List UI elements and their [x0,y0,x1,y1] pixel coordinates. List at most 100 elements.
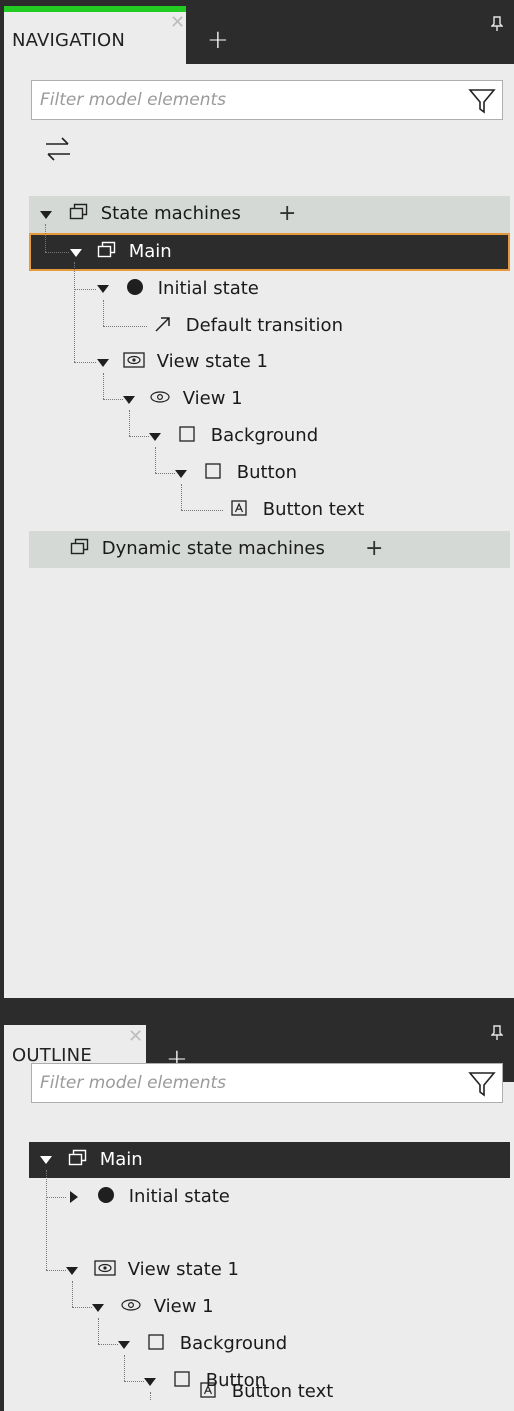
expand-toggle[interactable] [66,1267,78,1275]
state-machine-icon [70,538,89,555]
tree-guide [155,473,175,474]
tree-guide [98,1344,118,1345]
tree-guide [98,1318,99,1344]
pin-icon[interactable] [490,1025,504,1045]
tree-item-label: Main [128,241,172,262]
tree-guide [103,300,104,326]
tree-item-label: Button [236,462,298,483]
tree-guide [72,1281,73,1307]
expand-toggle[interactable] [92,1304,104,1312]
tree-item-label: Background [210,425,319,446]
tree-item-default-transition[interactable]: Default transition [154,308,343,344]
outline-item-view-state-1[interactable]: View state 1 [94,1252,239,1288]
tree-item-view-1[interactable]: View 1 [149,381,243,417]
collapse-toggle[interactable] [70,1191,78,1203]
text-box-icon [200,1382,216,1398]
tree-guide [181,484,182,510]
add-dynamic-state-machine-button[interactable]: + [365,538,383,560]
active-tab-accent [4,6,186,12]
tree-guide [103,399,123,400]
tree-guide [45,224,46,252]
tree-item-label: View 1 [182,388,243,409]
expand-toggle[interactable] [144,1378,156,1386]
swap-arrows-icon[interactable] [42,136,74,162]
expand-toggle[interactable] [97,359,109,367]
outline-item-view-1[interactable]: View 1 [120,1289,214,1325]
filled-circle-icon [98,1187,114,1203]
close-icon[interactable]: ✕ [170,14,185,32]
outline-filter-input[interactable] [32,1064,460,1102]
tree-guide [150,1392,151,1400]
tree-item-label: View state 1 [127,1259,239,1280]
eye-icon [121,1299,141,1311]
tree-item-view-state-1[interactable]: View state 1 [123,344,268,380]
tree-item-label: Main [99,1149,143,1170]
expand-toggle[interactable] [149,433,161,441]
tree-guide [129,410,130,436]
tree-guide [46,1197,66,1198]
tree-item-initial-state[interactable]: Initial state [126,271,259,307]
navigation-tabbar: NAVIGATION ✕ + [4,0,514,64]
tree-item-label: Button text [231,1381,334,1402]
expand-toggle[interactable] [97,285,109,293]
expand-toggle[interactable] [175,470,187,478]
tree-guide [45,252,69,253]
state-machine-icon [97,241,116,258]
funnel-icon[interactable] [468,1070,496,1098]
eye-icon [150,391,170,403]
add-tab-button[interactable]: + [207,27,229,53]
eye-box-icon [123,352,145,368]
arrow-up-right-icon [155,317,170,332]
tree-guide [74,289,96,290]
outline-item-background[interactable]: Background [148,1326,287,1362]
tree-item-label: View state 1 [156,351,268,372]
square-icon [174,1371,190,1387]
expand-toggle[interactable] [123,396,135,404]
expand-toggle[interactable] [118,1341,130,1349]
tree-item-state-machines[interactable]: State machines [69,196,241,232]
navigation-filter [31,80,503,120]
tab-navigation[interactable]: NAVIGATION ✕ [4,6,186,64]
expand-toggle[interactable] [40,211,52,219]
tree-guide [46,1270,66,1271]
tree-item-label: Dynamic state machines [101,538,325,559]
outline-item-main[interactable]: Main [68,1142,143,1178]
tree-item-label: Default transition [185,315,343,336]
tree-guide [74,362,96,363]
tree-item-label: Background [179,1333,288,1354]
tree-guide [129,436,149,437]
tree-guide [72,1307,92,1308]
square-icon [205,463,221,479]
tree-item-main[interactable]: Main [97,234,172,270]
expand-toggle[interactable] [40,1156,52,1164]
text-box-icon [231,500,247,516]
funnel-icon[interactable] [468,87,496,115]
tree-item-label: Initial state [128,1186,230,1207]
pin-icon[interactable] [490,16,504,36]
close-icon[interactable]: ✕ [128,1028,143,1046]
add-state-machine-button[interactable]: + [278,203,296,225]
outline-item-initial-state[interactable]: Initial state [97,1179,230,1215]
square-icon [179,426,195,442]
outline-item-button-text[interactable]: Button text [200,1374,333,1410]
tree-item-button-text[interactable]: Button text [231,492,364,528]
tree-item-label: Button text [262,499,365,520]
tree-guide [74,262,75,362]
tree-item-label: Initial state [157,278,259,299]
tree-guide [181,510,223,511]
filled-circle-icon [127,279,143,295]
expand-toggle[interactable] [70,249,82,257]
tree-guide [124,1381,144,1382]
navigation-panel: NAVIGATION ✕ + State machines + Main Ini… [4,0,514,998]
tree-guide [103,326,147,327]
outline-filter [31,1063,503,1103]
tree-item-button[interactable]: Button [205,455,297,491]
tree-item-label: View 1 [153,1296,214,1317]
square-icon [148,1334,164,1350]
tab-navigation-label: NAVIGATION [12,30,126,51]
eye-box-icon [94,1260,116,1276]
navigation-filter-input[interactable] [32,81,460,119]
tree-item-background[interactable]: Background [179,418,318,454]
tree-item-dynamic-state-machines[interactable]: Dynamic state machines [70,531,325,567]
tree-guide [155,447,156,473]
